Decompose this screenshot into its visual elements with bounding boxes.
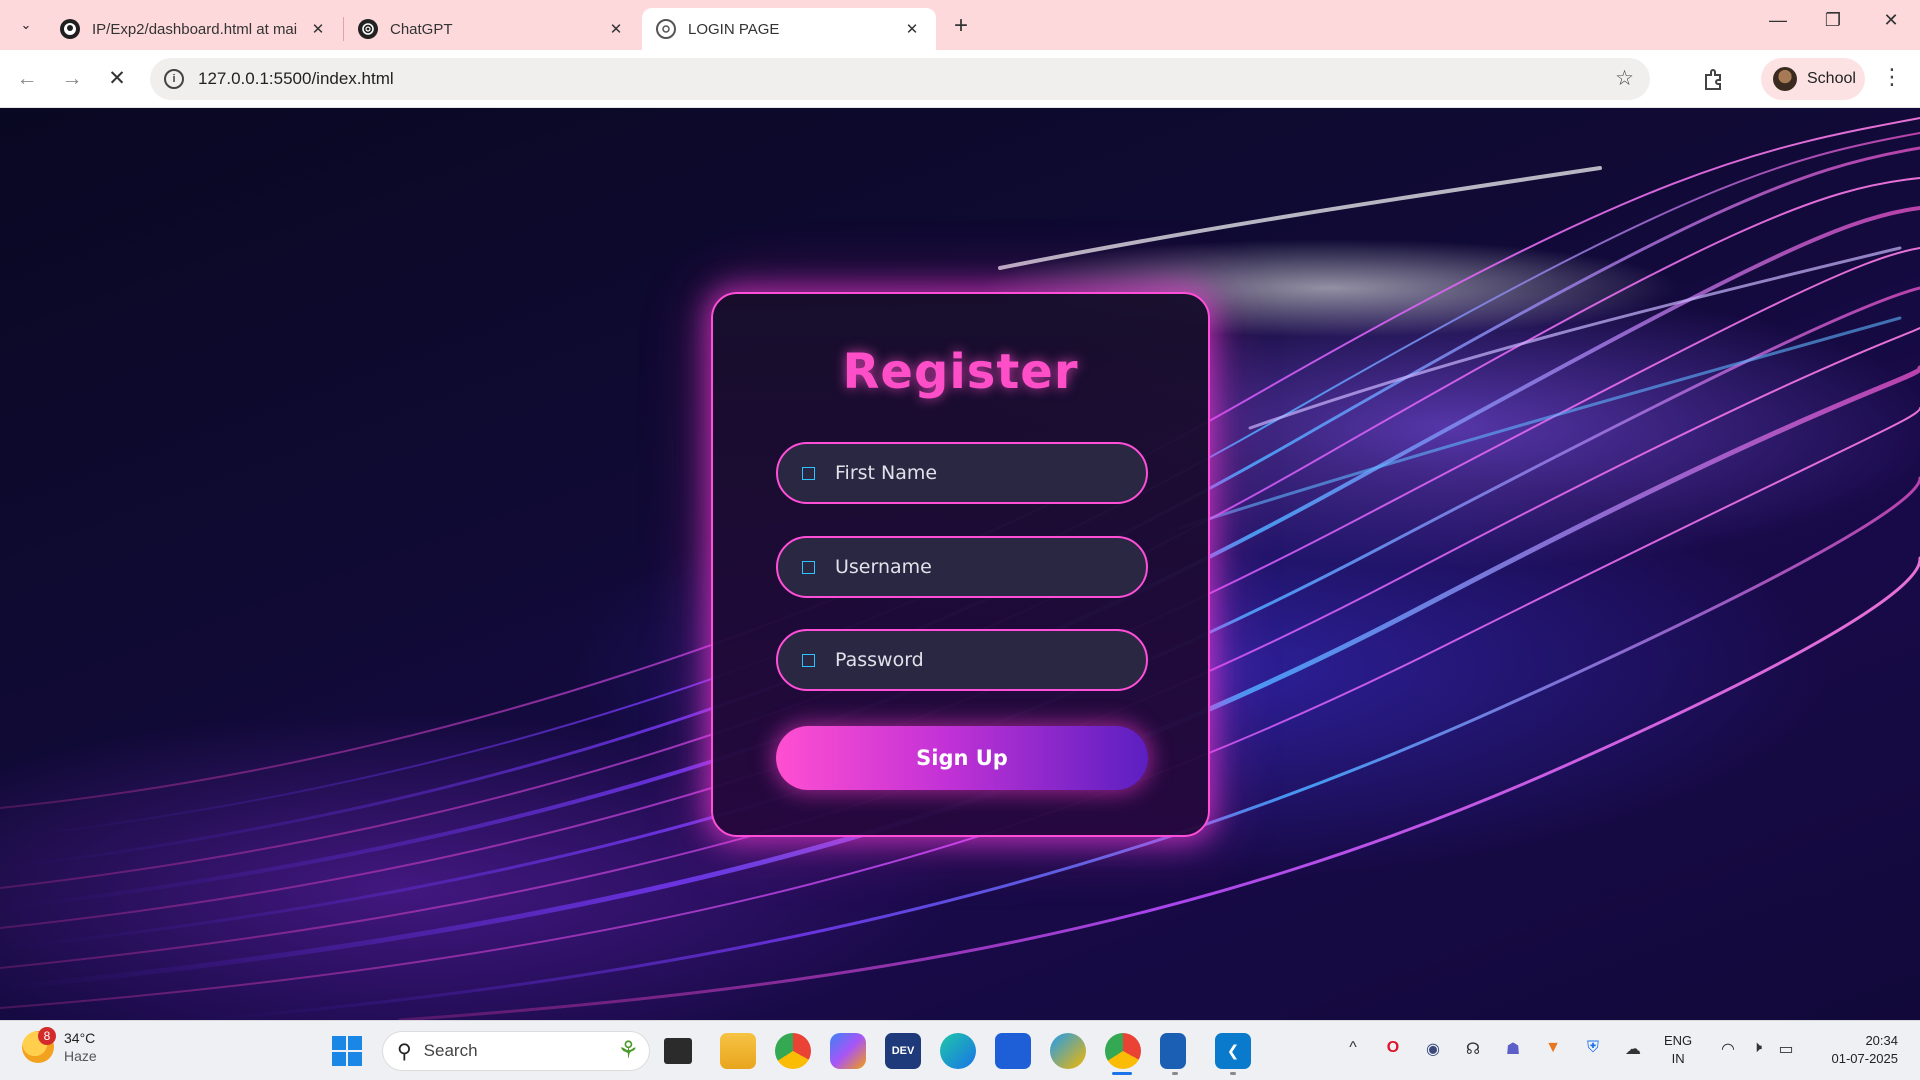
wifi-icon[interactable]: ◠ <box>1716 1039 1740 1059</box>
speaker-muted-icon[interactable]: 🕨 <box>1745 1039 1769 1057</box>
camera-app-icon[interactable]: ◉ <box>1421 1039 1445 1059</box>
password-field[interactable] <box>776 629 1148 691</box>
headset-icon[interactable]: ☊ <box>1461 1039 1485 1059</box>
register-form-card: Register Sign Up <box>711 292 1210 837</box>
lock-icon <box>802 653 815 667</box>
tab-strip: ⌄ IP/Exp2/dashboard.html at mai ✕ ChatGP… <box>0 0 1920 50</box>
tab-chatgpt[interactable]: ChatGPT ✕ <box>344 8 640 50</box>
minimize-button[interactable]: — <box>1763 10 1793 31</box>
running-app-indicator <box>1230 1072 1236 1075</box>
chrome-profile-icon[interactable] <box>1105 1033 1141 1069</box>
restore-icon: ❐ <box>1824 10 1842 30</box>
password-input[interactable] <box>835 649 1105 671</box>
minimize-icon: — <box>1769 10 1787 30</box>
url-text[interactable]: 127.0.0.1:5500/index.html <box>198 69 394 89</box>
active-app-indicator <box>1112 1072 1132 1075</box>
arrow-left-icon: ← <box>16 67 38 90</box>
teams-icon[interactable]: ☗ <box>1501 1039 1525 1059</box>
bookmark-star-icon[interactable]: ☆ <box>1615 66 1634 91</box>
page-favicon-icon <box>656 19 676 39</box>
plus-icon: + <box>953 12 968 39</box>
clock-time: 20:34 <box>1865 1033 1898 1048</box>
vpn-icon[interactable]: ▼ <box>1541 1039 1565 1057</box>
profile-button[interactable]: School <box>1761 58 1865 100</box>
region-code: IN <box>1671 1051 1685 1066</box>
security-shield-icon[interactable]: ⛨ <box>1581 1039 1605 1057</box>
tab-github[interactable]: IP/Exp2/dashboard.html at mai ✕ <box>46 8 342 50</box>
more-vertical-icon: ⋮ <box>1881 64 1903 89</box>
close-icon: ✕ <box>1883 10 1899 30</box>
chrome-icon[interactable] <box>775 1033 811 1069</box>
stop-button[interactable]: ✕ <box>101 63 133 95</box>
chatgpt-icon <box>358 19 378 39</box>
tab-search-button[interactable]: ⌄ <box>12 11 40 39</box>
close-icon: ✕ <box>108 67 126 90</box>
windows-start-icon[interactable] <box>332 1036 362 1066</box>
tab-title: ChatGPT <box>390 20 453 38</box>
profile-label: School <box>1807 70 1856 87</box>
weather-condition: Haze <box>64 1048 97 1064</box>
forward-button[interactable]: → <box>56 63 88 95</box>
address-bar[interactable]: i 127.0.0.1:5500/index.html ☆ <box>150 58 1650 100</box>
language-code: ENG <box>1664 1033 1693 1048</box>
battery-icon[interactable]: ▭ <box>1774 1039 1798 1059</box>
avatar <box>1773 67 1797 91</box>
task-view-icon[interactable] <box>664 1038 692 1064</box>
github-icon <box>60 19 80 39</box>
onedrive-icon[interactable]: ☁ <box>1621 1039 1645 1059</box>
dev-home-icon[interactable]: DEV <box>885 1033 921 1069</box>
edge-icon[interactable] <box>940 1033 976 1069</box>
system-clock[interactable]: 20:34 01-07-2025 <box>1818 1032 1899 1068</box>
site-info-icon[interactable]: i <box>164 69 184 89</box>
user-icon <box>802 466 815 480</box>
first-name-input[interactable] <box>835 462 1105 484</box>
browser-toolbar: ← → ✕ i 127.0.0.1:5500/index.html ☆ Scho… <box>0 50 1920 108</box>
arrow-right-icon: → <box>61 67 83 90</box>
clock-date: 01-07-2025 <box>1831 1051 1899 1066</box>
extensions-icon[interactable] <box>1700 66 1726 92</box>
notepad-icon[interactable] <box>1160 1033 1186 1069</box>
new-tab-button[interactable]: + <box>948 12 974 40</box>
close-icon[interactable]: ✕ <box>902 20 922 38</box>
form-title: Register <box>842 344 1079 400</box>
weather-haze-icon: 8 <box>22 1027 56 1063</box>
store-icon[interactable] <box>995 1033 1031 1069</box>
search-icon: ⚲ <box>397 1040 412 1063</box>
opera-icon[interactable]: O <box>1381 1039 1405 1057</box>
close-window-button[interactable]: ✕ <box>1876 10 1906 31</box>
username-field[interactable] <box>776 536 1148 598</box>
windows-taskbar: 8 34°C Haze ⚲ Search ⚘ DEV ❮ ^ O ◉ ☊ ☗ ▼… <box>0 1020 1920 1080</box>
first-name-field[interactable] <box>776 442 1148 504</box>
tab-title: IP/Exp2/dashboard.html at mai <box>92 20 298 38</box>
tab-login-page[interactable]: LOGIN PAGE ✕ <box>642 8 936 50</box>
weather-temp: 34°C <box>64 1030 96 1046</box>
notification-badge: 8 <box>38 1027 56 1045</box>
chevron-up-icon[interactable]: ^ <box>1341 1039 1365 1057</box>
taskbar-search[interactable]: ⚲ Search ⚘ <box>382 1031 650 1071</box>
restore-button[interactable]: ❐ <box>1818 10 1848 31</box>
page-viewport: Register Sign Up <box>0 108 1920 1020</box>
weather-widget[interactable]: 8 34°C Haze <box>22 1027 97 1065</box>
vscode-icon[interactable]: ❮ <box>1215 1033 1251 1069</box>
user-icon <box>802 560 815 574</box>
language-indicator[interactable]: ENG IN <box>1664 1032 1692 1068</box>
username-input[interactable] <box>835 556 1105 578</box>
copilot-icon[interactable] <box>830 1033 866 1069</box>
weather-app-icon[interactable] <box>1050 1033 1086 1069</box>
sign-up-button[interactable]: Sign Up <box>776 726 1148 790</box>
close-icon[interactable]: ✕ <box>308 20 328 38</box>
running-app-indicator <box>1172 1072 1178 1075</box>
close-icon[interactable]: ✕ <box>606 20 626 38</box>
tab-title: LOGIN PAGE <box>688 20 780 38</box>
browser-menu-button[interactable]: ⋮ <box>1880 64 1904 90</box>
plant-icon: ⚘ <box>617 1037 639 1064</box>
file-explorer-icon[interactable] <box>720 1033 756 1069</box>
chevron-down-icon: ⌄ <box>20 17 32 32</box>
back-button[interactable]: ← <box>11 63 43 95</box>
search-placeholder: Search <box>423 1041 478 1060</box>
